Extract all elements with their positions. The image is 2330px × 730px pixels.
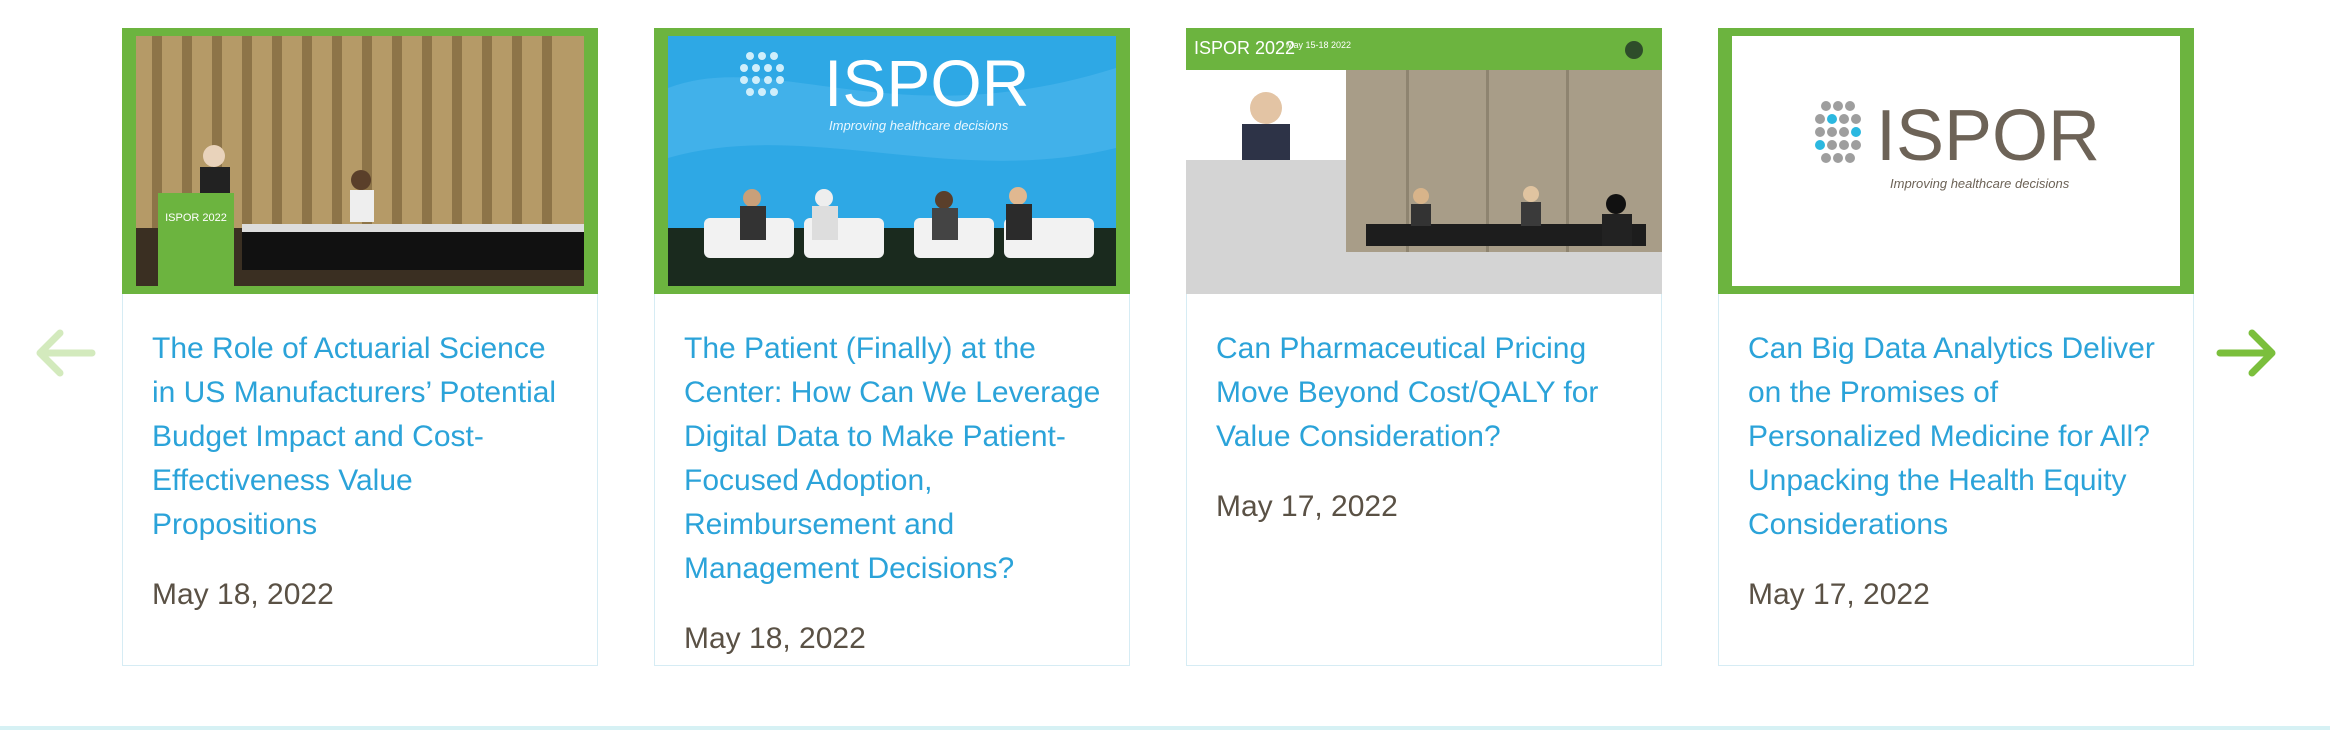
conference-podium-image: ISPOR 2022 <box>122 28 598 294</box>
carousel-prev-button[interactable] <box>30 318 100 388</box>
card-date: May 18, 2022 <box>152 578 334 611</box>
ispor-tagline: Improving healthcare decisions <box>1890 176 2070 191</box>
card-title-link[interactable]: The Patient (Finally) at the Center: How… <box>684 327 1104 591</box>
section-divider <box>0 726 2330 730</box>
banner-title: ISPOR 2022 <box>1194 38 1295 58</box>
banner-dates: May 15-18 2022 <box>1286 40 1351 50</box>
video-card[interactable]: ISPOR 2022 The Role of Actuarial Science… <box>122 28 598 666</box>
card-date: May 17, 2022 <box>1216 490 1398 523</box>
video-card[interactable]: ISPOR Improving healthcare decisions Can… <box>1718 28 2194 666</box>
card-date: May 18, 2022 <box>684 622 866 655</box>
video-thumbnail[interactable]: ISPOR 2022 May 15-18 2022 <box>1186 28 1662 294</box>
card-title-link[interactable]: The Role of Actuarial Science in US Manu… <box>152 327 572 547</box>
carousel-next-button[interactable] <box>2212 318 2282 388</box>
arrow-right-icon <box>2216 329 2276 377</box>
arrow-left-icon <box>36 329 96 377</box>
card-title-link[interactable]: Can Big Data Analytics Deliver on the Pr… <box>1748 327 2168 547</box>
ispor-tagline: Improving healthcare decisions <box>829 118 1009 133</box>
video-card[interactable]: ISPOR 2022 May 15-18 2022 Can Pharmaceut… <box>1186 28 1662 666</box>
video-card[interactable]: ISPOR Improving healthcare decisions The… <box>654 28 1130 666</box>
ispor-logo-text: ISPOR <box>824 46 1029 120</box>
video-thumbnail[interactable]: ISPOR 2022 <box>122 28 598 294</box>
panel-discussion-image: ISPOR Improving healthcare decisions <box>654 28 1130 294</box>
video-thumbnail[interactable]: ISPOR Improving healthcare decisions <box>654 28 1130 294</box>
ispor-logo-text: ISPOR <box>1876 96 2100 176</box>
card-date: May 17, 2022 <box>1748 578 1930 611</box>
globe-icon <box>1625 41 1643 59</box>
virtual-session-image: ISPOR 2022 May 15-18 2022 <box>1186 28 1662 294</box>
podium-label: ISPOR 2022 <box>165 212 227 224</box>
video-thumbnail[interactable]: ISPOR Improving healthcare decisions <box>1718 28 2194 294</box>
ispor-logo-image: ISPOR Improving healthcare decisions <box>1718 28 2194 294</box>
card-title-link[interactable]: Can Pharmaceutical Pricing Move Beyond C… <box>1216 327 1636 459</box>
